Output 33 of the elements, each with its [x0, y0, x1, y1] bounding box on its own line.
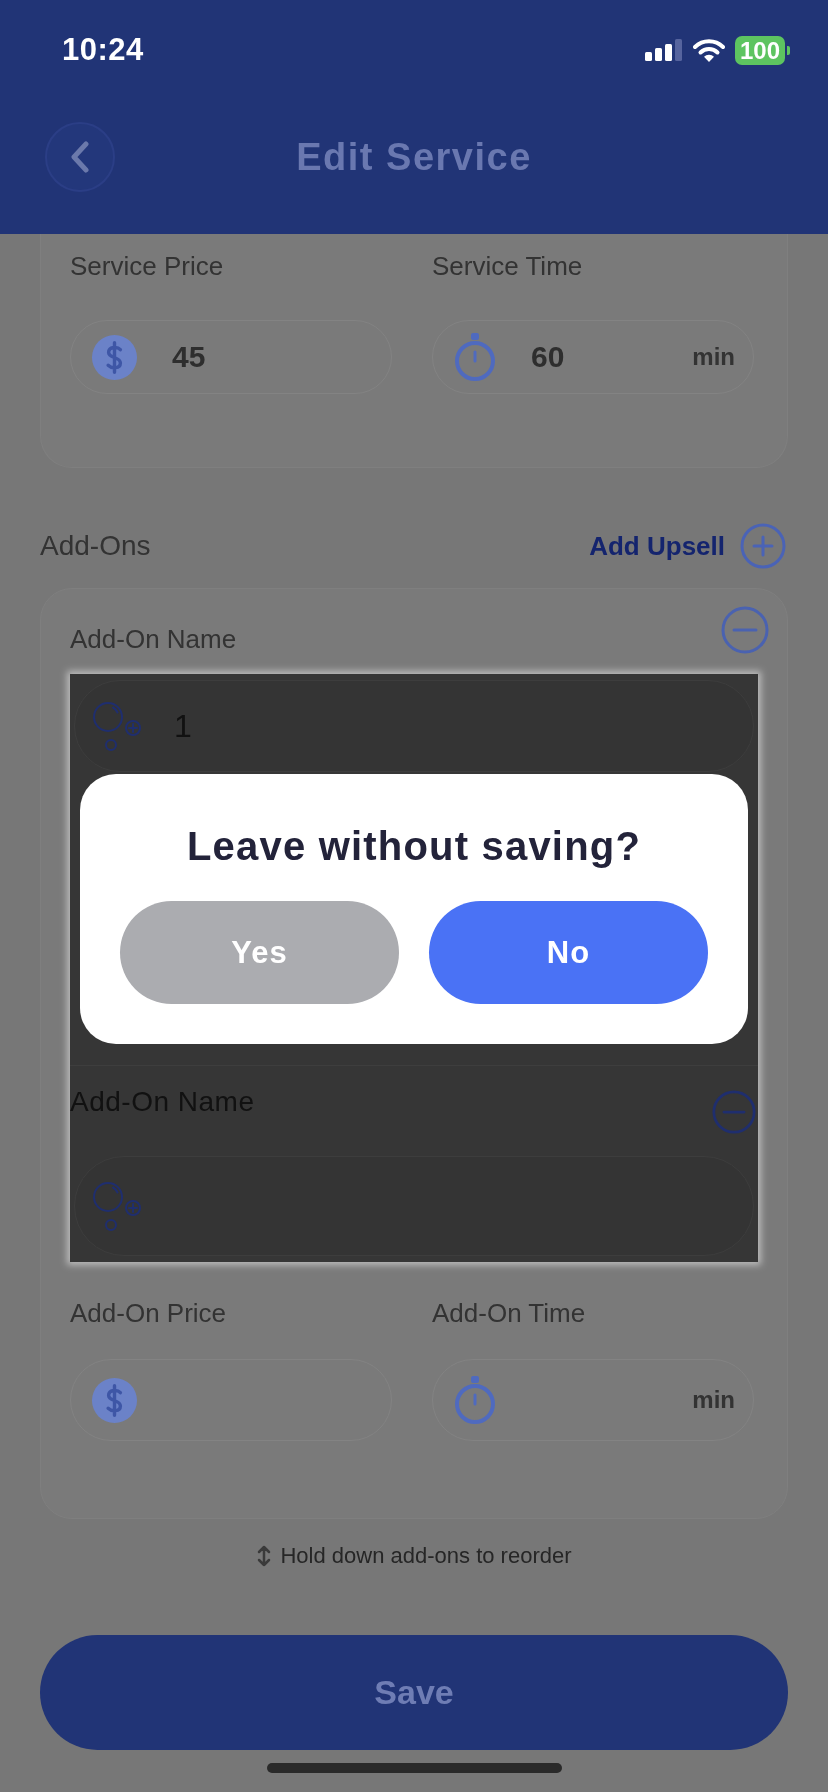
chevron-left-icon [70, 141, 90, 173]
minus-circle-icon[interactable] [712, 1090, 756, 1134]
status-time: 10:24 [62, 32, 144, 68]
field-label: Service Time [432, 251, 583, 281]
dialog-button[interactable]: No [429, 901, 708, 1004]
battery-indicator: 100 [734, 35, 790, 65]
time-field[interactable]: min [432, 1359, 754, 1441]
stopwatch-icon [453, 332, 497, 382]
screen-title: Edit Service [296, 135, 532, 179]
dollar-icon [91, 333, 138, 381]
save-button[interactable]: Save [40, 1635, 788, 1750]
add-upsell-button[interactable]: Add Upsell [589, 522, 787, 570]
unit-label: min [692, 343, 735, 371]
price-field[interactable]: 45 [70, 320, 392, 394]
field-label: Add-On Time [432, 1298, 586, 1328]
field-label: Add-On Name [70, 624, 237, 654]
plus-circle-icon [739, 522, 787, 570]
dollar-icon [91, 1376, 138, 1424]
bubbles-icon [92, 1181, 142, 1231]
stopwatch-icon [453, 1375, 497, 1425]
up-down-arrow-icon [256, 1545, 273, 1567]
field-label: Service Price [70, 251, 224, 281]
wifi-icon [692, 38, 725, 62]
time-field[interactable]: 60 min [432, 320, 754, 394]
section-title: Add-Ons [40, 530, 151, 562]
dialog-title: Leave without saving? [185, 823, 643, 870]
dialog-button[interactable]: Yes [120, 901, 399, 1004]
field-label: Add-On Price [70, 1298, 227, 1328]
unit-label: min [692, 1386, 735, 1414]
bubbles-icon [92, 701, 142, 751]
minus-circle-icon[interactable] [721, 606, 769, 654]
hint-text: Hold down add-ons to reorder [280, 1543, 572, 1569]
signal-icon [644, 39, 683, 61]
